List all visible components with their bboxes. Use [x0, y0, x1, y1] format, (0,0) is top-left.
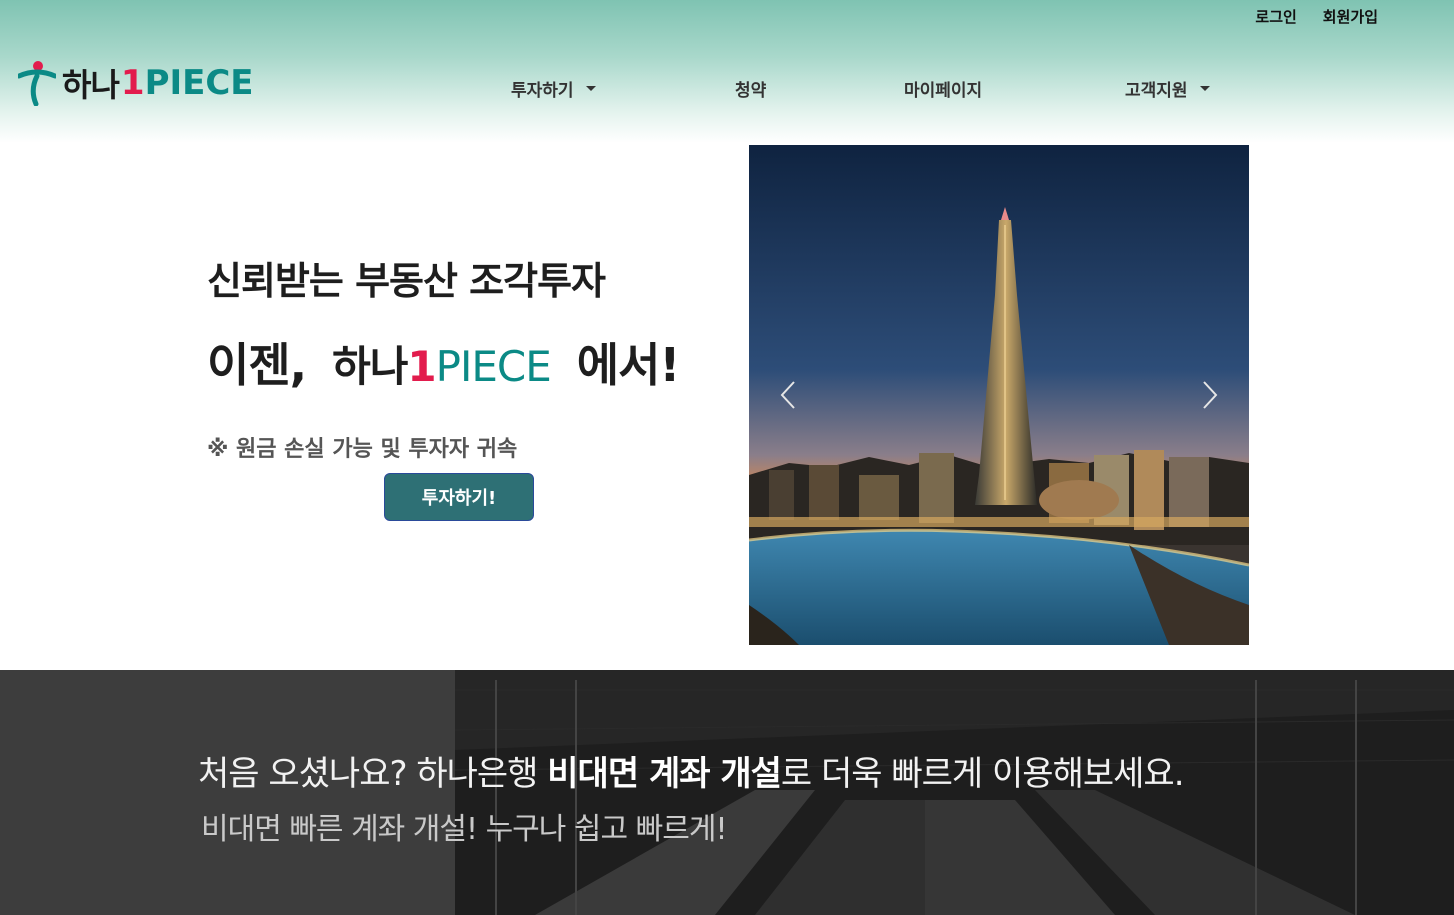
city-night-image [749, 145, 1249, 645]
hero-text: 신뢰받는 부동산 조각투자 이젠, 하나 1 PIECE 에서! ※ 원금 손실… [207, 250, 727, 463]
hero-brand-piece: PIECE [435, 342, 552, 391]
hero-headline-2: 이젠, 하나 1 PIECE 에서! [207, 329, 727, 395]
hero-brand-one: 1 [407, 342, 436, 391]
nav-support[interactable]: 고객지원 [1125, 76, 1210, 101]
hero-headline-1: 신뢰받는 부동산 조각투자 [207, 259, 606, 303]
account-open-banner[interactable]: 처음 오셨나요? 하나은행 비대면 계좌 개설로 더욱 빠르게 이용해보세요. … [0, 670, 1454, 915]
chevron-right-icon [1203, 381, 1218, 409]
invest-button[interactable]: 투자하기! [384, 473, 534, 521]
chevron-left-icon [780, 381, 795, 409]
banner-title: 처음 오셨나요? 하나은행 비대면 계좌 개설로 더욱 빠르게 이용해보세요. [198, 746, 1185, 795]
banner-title-suffix: 로 더욱 빠르게 이용해보세요. [780, 754, 1185, 794]
nav-mypage[interactable]: 마이페이지 [904, 76, 982, 101]
carousel-next-button[interactable] [1195, 377, 1225, 413]
banner-subtitle: 비대면 빠른 계좌 개설! 누구나 쉽고 빠르게! [201, 812, 727, 847]
signup-link[interactable]: 회원가입 [1323, 6, 1378, 27]
nav-subscription[interactable]: 청약 [735, 76, 766, 101]
site-header: 로그인 회원가입 하나 1 PIECE 투자하기 청약 마이페이지 고객지원 [0, 0, 1454, 143]
caret-down-icon [585, 86, 596, 91]
main-nav: 투자하기 청약 마이페이지 고객지원 [0, 76, 1454, 106]
banner-title-bold: 비대면 계좌 개설 [547, 754, 782, 794]
banner-title-prefix: 처음 오셨나요? 하나은행 [198, 754, 548, 794]
top-links: 로그인 회원가입 [1255, 6, 1378, 27]
nav-mypage-label: 마이페이지 [904, 81, 983, 101]
nav-subscription-label: 청약 [735, 81, 767, 101]
nav-support-label: 고객지원 [1125, 81, 1188, 101]
hero-brand-hana: 하나 [332, 342, 408, 391]
hero-headline-2-prefix: 이젠, [207, 338, 307, 392]
login-link[interactable]: 로그인 [1255, 6, 1296, 27]
hero-carousel [749, 145, 1249, 645]
nav-invest[interactable]: 투자하기 [511, 76, 596, 101]
nav-invest-label: 투자하기 [511, 81, 574, 101]
carousel-prev-button[interactable] [773, 377, 803, 413]
caret-down-icon [1199, 86, 1210, 91]
hero-headline-2-suffix: 에서! [576, 338, 681, 392]
hero-warning: ※ 원금 손실 가능 및 투자자 귀속 [207, 437, 518, 462]
